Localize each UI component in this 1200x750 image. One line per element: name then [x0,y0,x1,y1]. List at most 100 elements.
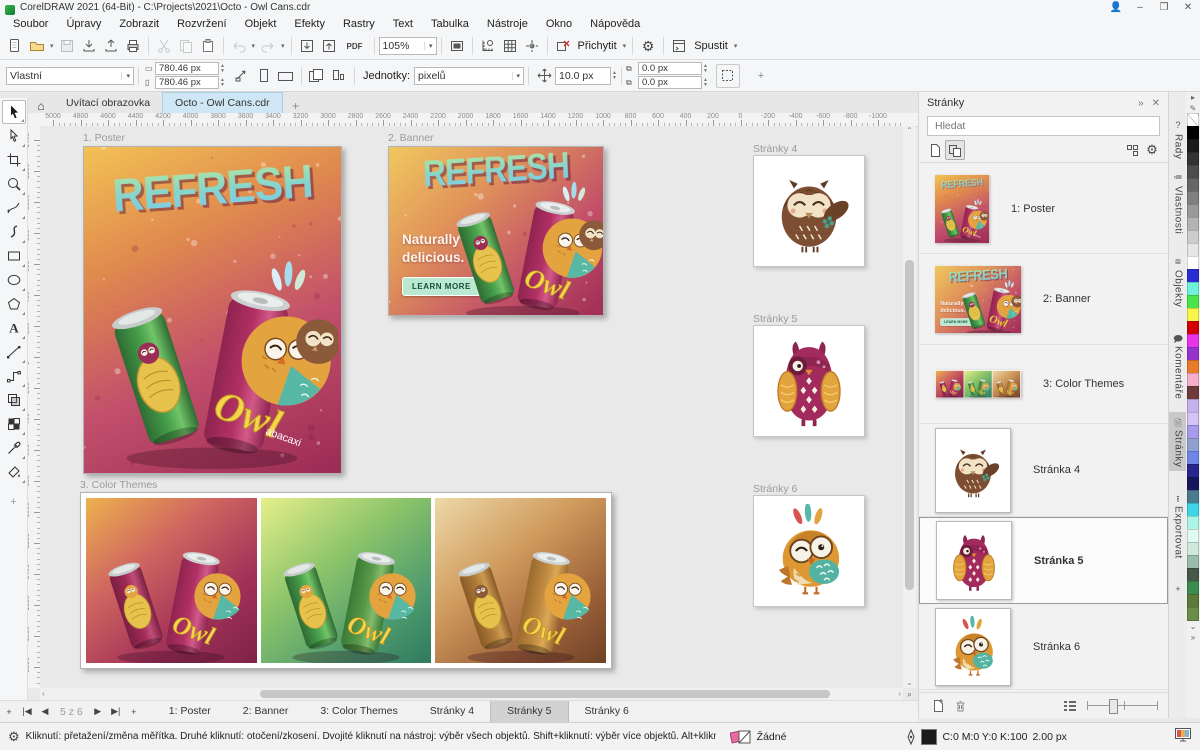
delete-page-icon[interactable] [949,695,971,717]
publish-pdf-button[interactable]: PDF [340,35,370,57]
color-swatch[interactable] [1187,347,1199,361]
add-page-before-icon[interactable]: + [0,707,18,717]
color-swatch[interactable] [1187,516,1199,530]
freehand-tool[interactable] [2,196,26,220]
new-page-icon[interactable] [925,140,945,160]
color-swatch[interactable] [1187,152,1199,166]
color-swatch[interactable] [1187,399,1199,413]
add-tool-button[interactable]: + [2,490,26,514]
page-list-item-3[interactable]: OwlOwlOwl3: Color Themes [919,345,1168,424]
first-page-icon[interactable]: |◀ [18,706,36,717]
last-page-icon[interactable]: ▶| [107,706,125,717]
thumbnail-view-icon[interactable] [945,140,965,160]
docker-tab-stránky[interactable]: 🗎Stránky [1169,412,1187,471]
polygon-tool[interactable] [2,292,26,316]
all-pages-button[interactable] [306,65,328,87]
launch-caret[interactable]: ▾ [734,42,738,50]
add-docker-button[interactable]: + [1169,584,1187,598]
page-height-field[interactable]: 780.46 px [155,76,219,89]
menu-item-nstroje[interactable]: Nástroje [478,16,537,33]
show-rulers-button[interactable] [477,35,499,57]
import-dialog-button[interactable] [296,35,318,57]
open-button-caret[interactable]: ▾ [50,42,54,50]
docker-options-gear-icon[interactable]: ⚙ [1142,140,1162,160]
docker-close-icon[interactable]: ✕ [1152,98,1160,109]
color-swatch[interactable] [1187,373,1199,387]
menu-item-text[interactable]: Text [384,16,422,33]
color-swatch[interactable] [1187,243,1199,257]
restore-button[interactable]: ❐ [1152,0,1176,16]
add-page-icon[interactable] [927,695,949,717]
home-tab-icon[interactable]: ⌂ [28,99,54,113]
previous-page-icon[interactable]: ◀ [36,706,54,717]
horizontal-scroll-thumb[interactable] [260,690,830,698]
page-list-item-2[interactable]: REFRESHNaturallydelicious.LEARN MOREOwl2… [919,254,1168,345]
pattern-fill-tool[interactable] [2,412,26,436]
new-document-button[interactable] [4,35,26,57]
scroll-left-icon[interactable]: ‹ [42,689,45,699]
duplicate-x-field[interactable]: 0.0 px [638,62,702,75]
export-dialog-button[interactable] [318,35,340,57]
color-swatch[interactable] [1187,438,1199,452]
docker-tab-objekty[interactable]: ⧈Objekty [1169,252,1187,311]
color-swatch[interactable] [1187,165,1199,179]
menu-item-pravy[interactable]: Úpravy [57,16,110,33]
page-tab-1[interactable]: 1: Poster [153,701,227,722]
page-tab-5[interactable]: Stránky 5 [490,701,568,722]
color-swatch[interactable] [1187,230,1199,244]
color-swatch[interactable] [1187,607,1199,621]
zoom-tool[interactable] [2,172,26,196]
snap-caret[interactable]: ▾ [623,42,627,50]
color-swatch[interactable] [1187,412,1199,426]
show-grid-button[interactable] [499,35,521,57]
color-swatch[interactable] [1187,542,1199,556]
palette-scroll-up-icon[interactable]: ▸ [1191,92,1195,103]
minimize-button[interactable]: – [1128,0,1152,16]
transparency-tool[interactable] [2,388,26,412]
new-document-tab-icon[interactable]: + [283,99,309,113]
horizontal-ruler[interactable]: 5000480046004400420040003800360034003200… [28,113,918,127]
width-spinner[interactable]: ▲▼ [220,64,225,74]
options-gear-button[interactable]: ⚙ [637,35,659,57]
redo-button[interactable] [257,35,279,57]
color-swatch[interactable] [1187,503,1199,517]
document-tab-2[interactable]: Octo - Owl Cans.cdr [162,92,283,113]
color-swatch[interactable] [1187,126,1199,140]
launcher-button[interactable] [668,35,690,57]
docker-tab-exportovat[interactable]: ⭱Exportovat [1169,488,1187,563]
page-tab-6[interactable]: Stránky 6 [569,701,645,722]
scroll-up-icon[interactable]: ⌃ [903,126,916,136]
status-gear-icon[interactable]: ⚙ [8,729,20,745]
connector-tool[interactable] [2,364,26,388]
menu-item-rastry[interactable]: Rastry [334,16,384,33]
close-button[interactable]: ✕ [1176,0,1200,16]
drawing-canvas[interactable]: 1. PosterREFRESHOwlabacaxi2. BannerREFRE… [40,126,903,688]
bezier-tool[interactable] [2,220,26,244]
color-swatch[interactable] [1187,386,1199,400]
page-tab-2[interactable]: 2: Banner [227,701,305,722]
undo-button[interactable] [228,35,250,57]
dup-x-spinner[interactable]: ▲▼ [703,64,708,74]
color-swatch[interactable] [1187,464,1199,478]
page-angle-icon[interactable] [231,65,253,87]
landscape-button[interactable] [275,65,297,87]
zoom-level-select[interactable]: 105%▾ [379,37,437,55]
color-swatch[interactable] [1187,256,1199,270]
color-swatch[interactable] [1187,269,1199,283]
docker-search[interactable] [927,116,1160,136]
color-swatch[interactable] [1187,555,1199,569]
ellipse-tool[interactable] [2,268,26,292]
menu-item-tabulka[interactable]: Tabulka [422,16,478,33]
menu-item-soubor[interactable]: Soubor [4,16,57,33]
import-button[interactable] [78,35,100,57]
color-swatch[interactable] [1187,594,1199,608]
color-swatch[interactable] [1187,529,1199,543]
menu-item-okno[interactable]: Okno [537,16,581,33]
color-swatch[interactable] [1187,568,1199,582]
snap-menu-button[interactable]: Přichytit [578,40,617,52]
color-swatch[interactable] [1187,451,1199,465]
treat-as-filled-button[interactable] [716,64,740,88]
undo-button-caret[interactable]: ▾ [252,42,256,50]
outline-status[interactable]: C:0 M:0 Y:0 K:100 2.00 px [906,729,1066,745]
color-swatch[interactable] [1187,139,1199,153]
